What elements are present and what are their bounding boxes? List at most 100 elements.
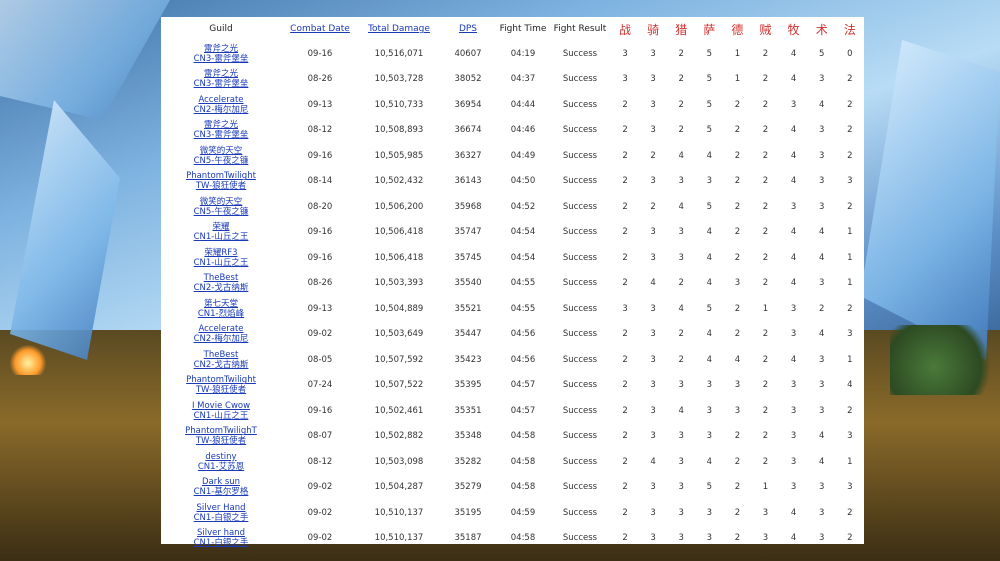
class-header-mage: 法 [843, 22, 856, 37]
server-name-link[interactable]: CN3-雷斧堡垒 [161, 54, 281, 64]
class-count-shaman: 5 [706, 482, 713, 493]
server-name-link[interactable]: CN5-午夜之镰 [161, 207, 281, 217]
server-name-link[interactable]: CN1-白银之手 [161, 513, 281, 523]
server-name-link[interactable]: CN1-山丘之王 [161, 258, 281, 268]
class-count-paladin: 3 [650, 227, 656, 238]
guild-cell: destiny CN1-艾苏恩 [161, 449, 281, 475]
guild-name-link[interactable]: Silver Hand [161, 503, 281, 513]
guild-name-link[interactable]: PhantomTwilight [161, 375, 281, 385]
class-count-shaman: 3 [706, 533, 713, 544]
server-name-link[interactable]: CN1-烈焰峰 [161, 309, 281, 319]
class-count-paladin: 3 [650, 507, 656, 518]
total-damage: 10,508,893 [374, 125, 424, 136]
dps-value: 35279 [454, 482, 482, 493]
class-count-priest: 4 [790, 533, 797, 544]
sort-total-damage-link[interactable]: Total Damage [359, 17, 439, 41]
class-count-warlock: 3 [818, 507, 825, 518]
class-count-hunter: 3 [678, 431, 684, 442]
guild-name-link[interactable]: TheBest [161, 350, 281, 360]
fight-time: 04:44 [510, 99, 536, 110]
class-count-priest: 4 [790, 252, 797, 263]
server-name-link[interactable]: TW-狼狂使者 [161, 436, 281, 446]
guild-name-link[interactable]: 雷斧之光 [161, 69, 281, 79]
combat-date: 08-14 [307, 176, 333, 187]
guild-name-link[interactable]: Accelerate [161, 95, 281, 105]
total-damage: 10,507,522 [374, 380, 424, 391]
table-row: 微笑的天空 CN5-午夜之镰 09-16 10,505,985 36327 04:49 Su… [161, 143, 864, 169]
sort-combat-date-link[interactable]: Combat Date [281, 17, 359, 41]
guild-name-link[interactable]: 雷斧之光 [161, 120, 281, 130]
class-count-priest: 3 [790, 431, 797, 442]
guild-name-link[interactable]: Dark sun [161, 477, 281, 487]
class-count-warlock: 3 [818, 125, 825, 136]
guild-name-link[interactable]: Silver hand [161, 528, 281, 538]
dps-value: 40607 [454, 48, 482, 59]
server-name-link[interactable]: TW-狼狂使者 [161, 181, 281, 191]
guild-name-link[interactable]: 荣耀RF3 [161, 248, 281, 258]
guild-name-link[interactable]: PhantomTwilight [161, 171, 281, 181]
server-name-link[interactable]: CN3-雷斧堡垒 [161, 130, 281, 140]
class-count-warlock: 3 [818, 533, 825, 544]
server-name-link[interactable]: CN1-山丘之王 [161, 232, 281, 242]
server-name-link[interactable]: CN2-梅尔加尼 [161, 105, 281, 115]
class-count-shaman: 5 [706, 48, 713, 59]
class-count-paladin: 3 [650, 380, 656, 391]
fight-time: 04:57 [510, 380, 536, 391]
table-row: 第七天堂 CN1-烈焰峰 09-13 10,504,889 35521 04:55 Succ… [161, 296, 864, 322]
guild-name-link[interactable]: I Movie Cwow [161, 401, 281, 411]
sort-dps-link[interactable]: DPS [439, 17, 497, 41]
total-damage: 10,505,985 [374, 150, 424, 161]
guild-name-link[interactable]: destiny [161, 452, 281, 462]
class-count-mage: 2 [847, 99, 853, 110]
combat-date: 09-02 [307, 329, 333, 340]
server-name-link[interactable]: CN2-戈古纳斯 [161, 360, 281, 370]
server-name-link[interactable]: CN2-戈古纳斯 [161, 283, 281, 293]
fight-time: 04:50 [510, 176, 536, 187]
class-count-paladin: 3 [650, 303, 656, 314]
class-count-druid: 2 [734, 99, 741, 110]
server-name-link[interactable]: CN1-艾苏恩 [161, 462, 281, 472]
dps-value: 35521 [454, 303, 482, 314]
guild-name-link[interactable]: TheBest [161, 273, 281, 283]
server-name-link[interactable]: CN5-午夜之镰 [161, 156, 281, 166]
combat-date: 09-16 [307, 405, 333, 416]
class-count-druid: 4 [734, 354, 741, 365]
class-count-hunter: 3 [678, 482, 684, 493]
guild-name-link[interactable]: PhantomTwilighT [161, 426, 281, 436]
class-count-mage: 3 [847, 329, 853, 340]
fight-result: Success [562, 431, 598, 442]
guild-name-link[interactable]: 微笑的天空 [161, 197, 281, 207]
server-name-link[interactable]: TW-狼狂使者 [161, 385, 281, 395]
class-header-warrior: 战 [619, 22, 632, 37]
total-damage: 10,506,200 [374, 201, 424, 212]
guild-name-link[interactable]: 荣耀 [161, 222, 281, 232]
class-count-druid: 1 [734, 74, 741, 85]
class-count-warlock: 3 [818, 150, 825, 161]
server-name-link[interactable]: CN1-山丘之王 [161, 411, 281, 421]
total-damage: 10,502,882 [374, 431, 424, 442]
table-row: I Movie Cwow CN1-山丘之王 09-16 10,502,461 35351… [161, 398, 864, 424]
class-count-warrior: 2 [622, 405, 628, 416]
server-name-link[interactable]: CN1-基尔罗格 [161, 487, 281, 497]
guild-name-link[interactable]: 第七天堂 [161, 299, 281, 309]
guild-name-link[interactable]: Accelerate [161, 324, 281, 334]
total-damage: 10,510,137 [374, 507, 424, 518]
class-count-shaman: 3 [706, 176, 713, 187]
class-count-mage: 4 [847, 380, 853, 391]
class-count-shaman: 5 [706, 125, 713, 136]
guild-cell: PhantomTwilighT TW-狼狂使者 [161, 424, 281, 450]
server-name-link[interactable]: CN1-白银之手 [161, 538, 281, 548]
class-count-warlock: 3 [818, 405, 825, 416]
guild-name-link[interactable]: 微笑的天空 [161, 146, 281, 156]
guild-name-link[interactable]: 雷斧之光 [161, 44, 281, 54]
class-count-warlock: 4 [818, 456, 825, 467]
server-name-link[interactable]: CN2-梅尔加尼 [161, 334, 281, 344]
class-count-mage: 2 [847, 74, 853, 85]
server-name-link[interactable]: CN3-雷斧堡垒 [161, 79, 281, 89]
class-count-warrior: 2 [622, 482, 628, 493]
dps-value: 35423 [454, 354, 482, 365]
class-count-rogue: 2 [762, 125, 769, 136]
class-count-paladin: 3 [650, 74, 656, 85]
class-count-priest: 3 [790, 99, 797, 110]
fight-time: 04:58 [510, 533, 536, 544]
